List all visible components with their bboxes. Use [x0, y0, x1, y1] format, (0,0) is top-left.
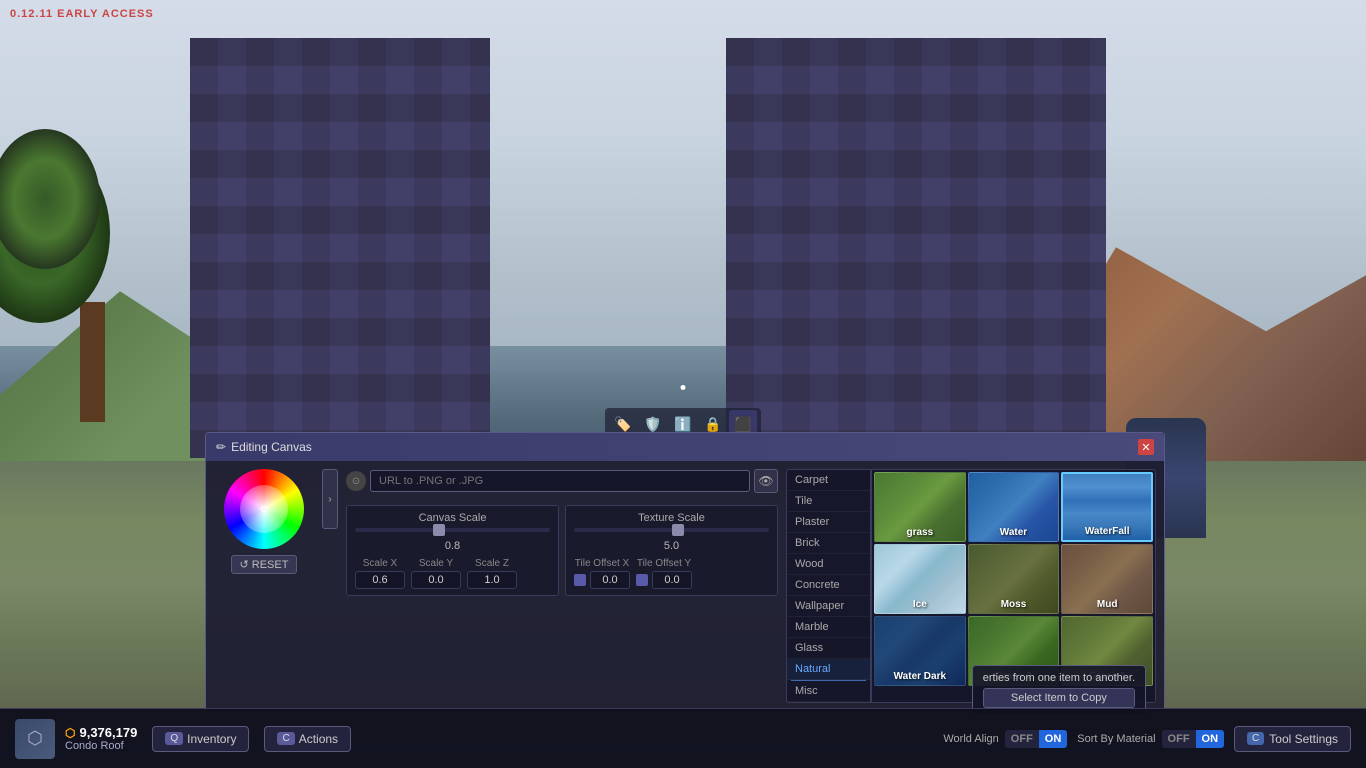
player-currency: ⬡ 9,376,179 Condo Roof: [65, 725, 137, 752]
inventory-hotkey: Q: [165, 732, 183, 745]
texture-cell-grass[interactable]: grass: [874, 472, 966, 542]
texture-cell-mud[interactable]: Mud: [1061, 544, 1153, 614]
tile-offset-x-field: Tile Offset X 0.0: [574, 558, 630, 589]
scales-row: Canvas Scale 0.8 Scale X 0.6 Scale Y 0.0: [346, 505, 778, 596]
material-item-natural[interactable]: Natural: [787, 659, 870, 680]
canvas-scale-thumb[interactable]: [433, 524, 445, 536]
close-button[interactable]: ✕: [1138, 439, 1154, 455]
color-wheel-dot: [261, 506, 267, 512]
texture-scale-section: Texture Scale 5.0 Tile Offset X 0.0: [565, 505, 778, 596]
pillar-left: [190, 38, 490, 458]
texture-cell-waterfall[interactable]: WaterFall: [1061, 472, 1153, 542]
url-input-area: ⊙ 👁: [346, 469, 778, 493]
currency-icon: ⬡: [65, 726, 75, 740]
player-name: Condo Roof: [65, 740, 137, 752]
scale-x-field: Scale X 0.6: [355, 558, 405, 589]
canvas-scale-section: Canvas Scale 0.8 Scale X 0.6 Scale Y 0.0: [346, 505, 559, 596]
tile-offset-y-checkbox: 0.0: [636, 571, 692, 589]
sort-by-material-off[interactable]: OFF: [1162, 730, 1196, 748]
texture-scale-thumb[interactable]: [672, 524, 684, 536]
sort-by-material-toggle-group: Sort By Material OFF ON: [1077, 730, 1224, 748]
material-item-misc[interactable]: Misc: [787, 681, 870, 702]
texture-scale-value: 5.0: [574, 540, 769, 552]
tile-offset-x-checkbox: 0.0: [574, 571, 630, 589]
tree-trunk: [80, 302, 105, 422]
sort-by-material-toggle[interactable]: OFF ON: [1162, 730, 1225, 748]
expand-button[interactable]: ›: [322, 469, 338, 529]
texture-label-waterfall: WaterFall: [1063, 526, 1151, 537]
texture-label-water: Water: [969, 527, 1059, 538]
currency-amount: ⬡ 9,376,179: [65, 725, 137, 740]
color-picker-area: ↺ RESET: [214, 469, 314, 703]
editing-canvas-header: ✏ Editing Canvas ✕: [206, 433, 1164, 461]
inventory-button[interactable]: Q Inventory: [152, 726, 249, 752]
tile-offset-y-field: Tile Offset Y 0.0: [636, 558, 692, 589]
material-item-glass[interactable]: Glass: [787, 638, 870, 659]
canvas-scale-inputs: Scale X 0.6 Scale Y 0.0 Scale Z 1.0: [355, 558, 550, 589]
select-item-to-copy-button[interactable]: Select Item to Copy: [983, 688, 1135, 708]
world-align-on[interactable]: ON: [1039, 730, 1068, 748]
texture-label-ice: Ice: [875, 599, 965, 610]
color-wheel[interactable]: [224, 469, 304, 549]
actions-button[interactable]: C Actions: [264, 726, 351, 752]
texture-cell-ice[interactable]: Ice: [874, 544, 966, 614]
url-icon: ⊙: [346, 471, 366, 491]
material-item-wood[interactable]: Wood: [787, 554, 870, 575]
material-list: CarpetTilePlasterBrickWoodConcreteWallpa…: [786, 469, 871, 703]
checkbox-y[interactable]: [636, 574, 648, 586]
world-align-toggle-group: World Align OFF ON: [943, 730, 1067, 748]
early-access-badge: 0.12.11 EARLY ACCESS: [10, 8, 154, 20]
tool-settings-label: Tool Settings: [1269, 732, 1338, 746]
world-align-toggle[interactable]: OFF ON: [1005, 730, 1068, 748]
canvas-scale-slider[interactable]: [355, 528, 550, 532]
player-icon: ⬡: [15, 719, 55, 759]
checkbox-x[interactable]: [574, 574, 586, 586]
canvas-scale-value: 0.8: [355, 540, 550, 552]
texture-label-grass: grass: [875, 527, 965, 538]
reset-icon: ↺: [240, 558, 249, 571]
texture-scale-label: Texture Scale: [574, 512, 769, 524]
sort-by-material-on[interactable]: ON: [1196, 730, 1225, 748]
tool-settings-hotkey: C: [1247, 732, 1264, 745]
scale-z-field: Scale Z 1.0: [467, 558, 517, 589]
actions-hotkey: C: [277, 732, 294, 745]
texture-cell-moss[interactable]: Moss: [968, 544, 1060, 614]
texture-cell-water-dark[interactable]: Water Dark: [874, 616, 966, 686]
pillar-right: [726, 38, 1106, 458]
texture-label-moss: Moss: [969, 599, 1059, 610]
texture-scale-inputs: Tile Offset X 0.0 Tile Offset Y 0.0: [574, 558, 769, 589]
pencil-icon: ✏: [216, 440, 226, 454]
scale-y-field: Scale Y 0.0: [411, 558, 461, 589]
reset-button[interactable]: ↺ RESET: [231, 555, 298, 574]
eye-button[interactable]: 👁: [754, 469, 778, 493]
material-item-wallpaper[interactable]: Wallpaper: [787, 596, 870, 617]
material-item-brick[interactable]: Brick: [787, 533, 870, 554]
editing-canvas-title: ✏ Editing Canvas: [216, 440, 312, 454]
sort-by-material-label: Sort By Material: [1077, 733, 1155, 745]
texture-label-mud: Mud: [1062, 599, 1152, 610]
copy-tooltip-text: erties from one item to another.: [983, 672, 1135, 684]
canvas-scale-label: Canvas Scale: [355, 512, 550, 524]
url-input[interactable]: [370, 470, 750, 492]
material-item-plaster[interactable]: Plaster: [787, 512, 870, 533]
viewport-dot: [681, 385, 686, 390]
material-item-tile[interactable]: Tile: [787, 491, 870, 512]
material-item-concrete[interactable]: Concrete: [787, 575, 870, 596]
bottom-bar: ⬡ ⬡ 9,376,179 Condo Roof Q Inventory C A…: [0, 708, 1366, 768]
tool-settings-button[interactable]: C Tool Settings: [1234, 726, 1351, 752]
material-item-carpet[interactable]: Carpet: [787, 470, 870, 491]
texture-label-water-dark: Water Dark: [875, 671, 965, 682]
bottom-right-controls: World Align OFF ON Sort By Material OFF …: [943, 726, 1351, 752]
world-align-off[interactable]: OFF: [1005, 730, 1039, 748]
world-align-label: World Align: [943, 733, 998, 745]
middle-area: ⊙ 👁 Canvas Scale 0.8 Scale X 0.6: [346, 469, 778, 703]
texture-scale-slider[interactable]: [574, 528, 769, 532]
texture-cell-water[interactable]: Water: [968, 472, 1060, 542]
player-info: ⬡ ⬡ 9,376,179 Condo Roof: [15, 719, 137, 759]
material-item-marble[interactable]: Marble: [787, 617, 870, 638]
